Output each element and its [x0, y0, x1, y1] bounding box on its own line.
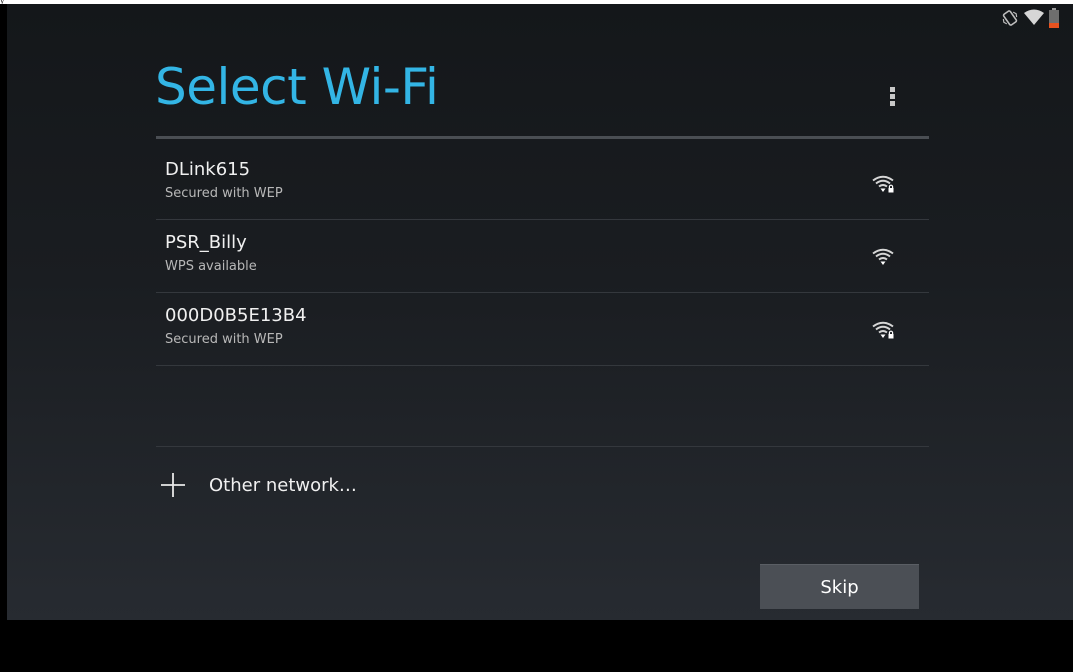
network-ssid: PSR_Billy	[165, 232, 247, 253]
page-title: Select Wi-Fi	[155, 58, 439, 116]
network-summary: Secured with WEP	[165, 186, 283, 201]
wifi-setup-screen: y Select Wi-Fi DLink615 Secured with WEP…	[0, 0, 1073, 672]
wifi-icon	[872, 248, 894, 265]
wifi-status-icon	[1024, 9, 1044, 25]
other-network-button[interactable]: Other network…	[156, 464, 357, 506]
left-edge	[0, 4, 7, 620]
overflow-menu-icon[interactable]	[880, 82, 904, 110]
battery-icon	[1049, 8, 1059, 28]
other-network-label: Other network…	[209, 474, 357, 496]
skip-button[interactable]: Skip	[760, 564, 919, 609]
network-row-psr-billy[interactable]: PSR_Billy WPS available	[156, 220, 929, 293]
wifi-secured-icon	[872, 175, 894, 193]
list-bottom-divider	[156, 446, 929, 447]
network-summary: WPS available	[165, 259, 257, 274]
navigation-bar	[0, 620, 1073, 672]
menu-dot	[889, 100, 895, 106]
status-bar-icons	[1001, 7, 1059, 29]
network-list: DLink615 Secured with WEP PSR_Billy WPS …	[156, 147, 929, 366]
wifi-secured-icon	[872, 321, 894, 339]
battery-level	[1049, 23, 1059, 28]
network-ssid: 000D0B5E13B4	[165, 305, 307, 326]
add-icon	[161, 473, 185, 497]
network-row-dlink615[interactable]: DLink615 Secured with WEP	[156, 147, 929, 220]
network-summary: Secured with WEP	[165, 332, 283, 347]
network-ssid: DLink615	[165, 159, 251, 180]
vibrate-icon	[1002, 10, 1018, 26]
menu-dot	[889, 86, 895, 92]
title-divider	[156, 136, 929, 139]
menu-dot	[889, 93, 895, 99]
network-row-000d0b5e13b4[interactable]: 000D0B5E13B4 Secured with WEP	[156, 293, 929, 366]
